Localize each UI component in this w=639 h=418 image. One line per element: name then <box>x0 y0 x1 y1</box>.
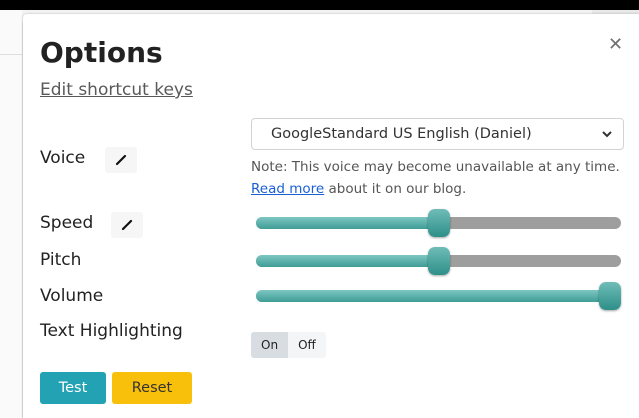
voice-select[interactable]: GoogleStandard US English (Daniel) <box>251 118 624 150</box>
options-dialog: Options ✕ Edit shortcut keys Voice Googl… <box>23 14 639 418</box>
test-button[interactable]: Test <box>40 372 106 404</box>
pitch-slider-fill <box>256 255 439 267</box>
voice-selected-value: GoogleStandard US English (Daniel) <box>271 126 532 142</box>
text-highlighting-toggle: On Off <box>251 332 326 358</box>
voice-note-text: Note: This voice may become unavailable … <box>251 159 620 175</box>
read-more-link[interactable]: Read more <box>251 181 324 197</box>
voice-note: Note: This voice may become unavailable … <box>251 156 626 200</box>
pitch-slider-thumb[interactable] <box>428 247 450 275</box>
highlighting-on-option[interactable]: On <box>251 332 289 358</box>
reset-button[interactable]: Reset <box>112 372 192 404</box>
divider <box>0 54 22 55</box>
highlighting-off-option[interactable]: Off <box>288 332 326 358</box>
volume-slider-fill <box>256 290 621 302</box>
speed-slider-fill <box>256 217 439 229</box>
voice-label: Voice <box>40 148 86 168</box>
edit-shortcut-keys-link[interactable]: Edit shortcut keys <box>40 80 193 100</box>
edit-voice-button[interactable] <box>105 147 137 173</box>
pencil-icon <box>121 219 133 231</box>
volume-label: Volume <box>40 286 104 306</box>
pitch-label: Pitch <box>40 250 82 270</box>
voice-note-text-end: about it on our blog. <box>324 181 467 197</box>
speed-slider[interactable] <box>256 209 621 237</box>
text-highlighting-label: Text Highlighting <box>40 321 183 341</box>
background-panel <box>0 10 23 418</box>
pencil-icon <box>115 154 127 166</box>
speed-slider-thumb[interactable] <box>428 209 450 237</box>
volume-slider[interactable] <box>256 282 621 310</box>
speed-label: Speed <box>40 213 94 233</box>
close-icon[interactable]: ✕ <box>608 36 623 54</box>
pitch-slider[interactable] <box>256 247 621 275</box>
chevron-down-icon <box>602 131 612 138</box>
dialog-title: Options <box>40 36 163 69</box>
edit-speed-button[interactable] <box>111 212 143 238</box>
volume-slider-thumb[interactable] <box>599 282 621 310</box>
